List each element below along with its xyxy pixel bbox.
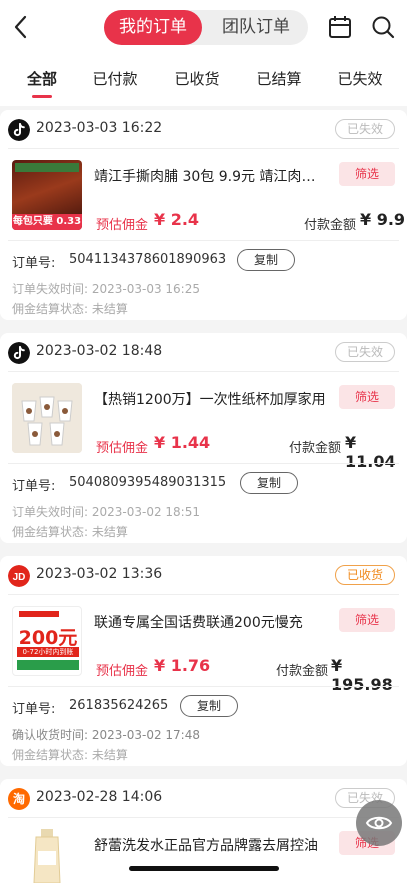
tab-all[interactable]: 全部	[7, 68, 77, 89]
product-title[interactable]: 联通专属全国话费联通200元慢充	[94, 612, 329, 632]
svg-text:JD: JD	[13, 572, 26, 583]
product-title[interactable]: 舒蕾洗发水正品官方品牌露去屑控油	[94, 835, 329, 855]
order-number: 5041134378601890963	[69, 252, 227, 267]
product-title[interactable]: 【热销1200万】一次性纸杯加厚家用	[94, 389, 329, 409]
shampoo-bottle-image	[33, 829, 61, 883]
jd-icon: JD	[8, 565, 30, 587]
tab-received[interactable]: 已收货	[162, 68, 232, 89]
status-tabs: 全部 已付款 已收货 已结算 已失效	[0, 62, 407, 102]
calendar-icon[interactable]	[328, 15, 352, 39]
tab-paid[interactable]: 已付款	[80, 68, 150, 89]
settlement-status: 佣金结算状态: 未结算	[12, 525, 128, 539]
divider	[8, 240, 399, 241]
thumbnail-price-tag: 每包只要 0.33	[12, 214, 82, 230]
thumbnail-brand-bar	[19, 611, 59, 617]
order-number-label: 订单号:	[12, 479, 56, 494]
payment-amount-value: ¥ 9.9	[360, 210, 406, 229]
divider	[8, 817, 399, 818]
header: 我的订单 团队订单 全部 已付款 已收货 已结算 已失效	[0, 0, 407, 106]
settlement-status: 佣金结算状态: 未结算	[12, 748, 128, 762]
divider	[8, 463, 399, 464]
order-card[interactable]: 2023-03-03 16:22 已失效 每包只要 0.33 靖江手撕肉脯 30…	[0, 110, 407, 320]
payment-amount-value: ¥ 195.98	[331, 656, 393, 694]
status-badge: 已失效	[335, 119, 395, 139]
order-time-info: 订单失效时间: 2023-03-02 18:51	[12, 505, 200, 519]
taobao-icon: 淘	[8, 788, 30, 810]
divider	[8, 148, 399, 149]
order-time-info: 确认收货时间: 2023-03-02 17:48	[12, 728, 200, 742]
home-indicator	[129, 866, 279, 871]
back-icon[interactable]	[10, 14, 34, 40]
settlement-status: 佣金结算状态: 未结算	[12, 302, 128, 316]
product-thumbnail[interactable]: 每包只要 0.33	[12, 160, 82, 230]
thumbnail-banner	[15, 163, 79, 172]
order-card-header: 2023-03-03 16:22 已失效	[0, 110, 407, 148]
payment-amount-value: ¥ 11.04	[345, 433, 396, 471]
filter-button[interactable]: 筛选	[339, 162, 395, 186]
estimated-commission-label: 预估佣金	[96, 664, 149, 679]
tab-settled[interactable]: 已结算	[244, 68, 314, 89]
product-thumbnail[interactable]	[12, 383, 82, 453]
product-title[interactable]: 靖江手撕肉脯 30包 9.9元 靖江肉脯猪肉脯	[94, 166, 329, 186]
order-type-switch: 我的订单 团队订单	[104, 10, 308, 45]
estimated-commission-value: ¥ 1.44	[154, 433, 211, 452]
segment-team-orders[interactable]: 团队订单	[204, 10, 308, 45]
order-card-header: 淘 2023-02-28 14:06 已失效	[0, 779, 407, 817]
order-date: 2023-03-02 13:36	[36, 566, 163, 582]
order-card[interactable]: JD 2023-03-02 13:36 已收货 200元 0-72小时内到账 联…	[0, 556, 407, 766]
order-card-header: 2023-03-02 18:48 已失效	[0, 333, 407, 371]
order-date: 2023-02-28 14:06	[36, 789, 163, 805]
order-date: 2023-03-03 16:22	[36, 120, 163, 136]
status-badge: 已收货	[335, 565, 395, 585]
payment-amount-label: 付款金额	[289, 441, 342, 456]
douyin-icon	[8, 119, 30, 141]
estimated-commission-label: 预估佣金	[96, 441, 149, 456]
product-thumbnail[interactable]: 200元 0-72小时内到账	[12, 606, 82, 676]
thumbnail-footer-bar	[17, 660, 79, 670]
divider	[8, 594, 399, 595]
payment-amount-label: 付款金额	[276, 664, 329, 679]
order-number-label: 订单号:	[12, 702, 56, 717]
product-thumbnail[interactable]	[12, 829, 82, 883]
copy-button[interactable]: 复制	[180, 695, 238, 717]
eye-icon	[365, 816, 393, 830]
paper-cups-image	[12, 383, 82, 453]
order-number: 5040809395489031315	[69, 475, 227, 490]
tab-active-indicator	[32, 95, 52, 98]
estimated-commission-value: ¥ 1.76	[154, 656, 211, 675]
eye-toggle-button[interactable]	[356, 800, 402, 846]
order-number: 261835624265	[69, 698, 169, 713]
tab-invalid[interactable]: 已失效	[325, 68, 395, 89]
estimated-commission-label: 预估佣金	[96, 218, 149, 233]
payment-amount-label: 付款金额	[304, 218, 357, 233]
filter-button[interactable]: 筛选	[339, 385, 395, 409]
douyin-icon	[8, 342, 30, 364]
estimated-commission-value: ¥ 2.4	[154, 210, 200, 229]
order-card[interactable]: 2023-03-02 18:48 已失效 【热销1200万】一次性纸杯加厚家用 …	[0, 333, 407, 543]
thumbnail-subtitle: 0-72小时内到账	[17, 647, 79, 657]
copy-button[interactable]: 复制	[237, 249, 295, 271]
search-icon[interactable]	[371, 15, 395, 39]
copy-button[interactable]: 复制	[240, 472, 298, 494]
order-number-label: 订单号:	[12, 256, 56, 271]
order-date: 2023-03-02 18:48	[36, 343, 163, 359]
segment-my-orders[interactable]: 我的订单	[104, 10, 202, 45]
status-badge: 已失效	[335, 342, 395, 362]
divider	[8, 686, 399, 687]
filter-button[interactable]: 筛选	[339, 608, 395, 632]
divider	[8, 371, 399, 372]
order-card-header: JD 2023-03-02 13:36 已收货	[0, 556, 407, 594]
order-time-info: 订单失效时间: 2023-03-03 16:25	[12, 282, 200, 296]
thumbnail-amount: 200元	[18, 627, 78, 649]
